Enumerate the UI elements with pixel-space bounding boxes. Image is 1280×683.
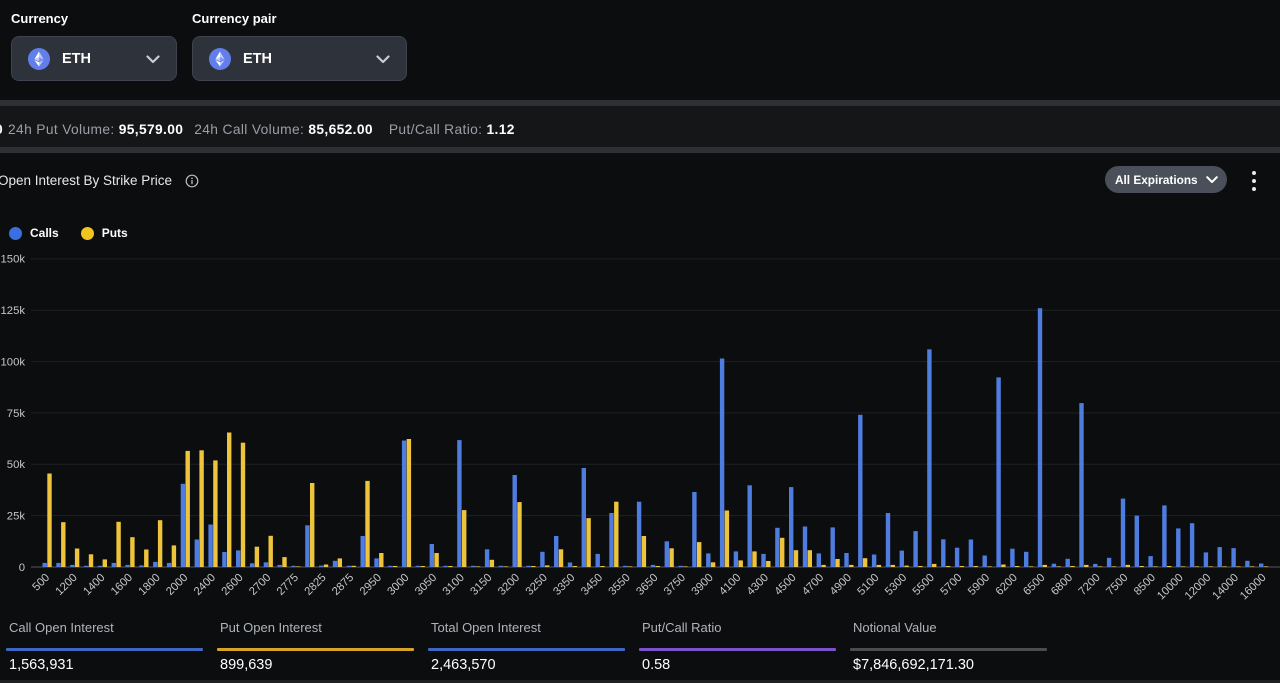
svg-text:5100: 5100 xyxy=(855,572,881,598)
svg-text:2825: 2825 xyxy=(302,572,328,598)
svg-text:4900: 4900 xyxy=(828,572,854,598)
svg-text:6800: 6800 xyxy=(1049,572,1075,598)
svg-text:2600: 2600 xyxy=(219,572,245,598)
svg-text:3050: 3050 xyxy=(413,572,439,598)
svg-text:25k: 25k xyxy=(7,510,26,522)
svg-text:75k: 75k xyxy=(7,408,26,420)
svg-text:3250: 3250 xyxy=(524,572,550,598)
svg-text:3200: 3200 xyxy=(496,572,522,598)
svg-text:500: 500 xyxy=(30,572,52,594)
svg-text:7500: 7500 xyxy=(1104,572,1130,598)
svg-text:2000: 2000 xyxy=(164,572,190,598)
svg-text:3650: 3650 xyxy=(634,572,660,598)
svg-text:100k: 100k xyxy=(1,356,26,368)
svg-text:5500: 5500 xyxy=(911,572,937,598)
svg-text:2950: 2950 xyxy=(358,572,384,598)
svg-text:5900: 5900 xyxy=(966,572,992,598)
svg-text:4300: 4300 xyxy=(745,572,771,598)
svg-text:3100: 3100 xyxy=(441,572,467,598)
svg-text:3900: 3900 xyxy=(690,572,716,598)
svg-text:5300: 5300 xyxy=(883,572,909,598)
svg-text:0: 0 xyxy=(19,562,25,574)
svg-text:2775: 2775 xyxy=(275,572,301,598)
svg-text:1200: 1200 xyxy=(54,572,80,598)
svg-text:150k: 150k xyxy=(1,254,26,266)
svg-text:4500: 4500 xyxy=(772,572,798,598)
svg-text:3750: 3750 xyxy=(662,572,688,598)
svg-text:12000: 12000 xyxy=(1183,572,1214,603)
svg-text:6500: 6500 xyxy=(1021,572,1047,598)
svg-text:2700: 2700 xyxy=(247,572,273,598)
svg-text:1800: 1800 xyxy=(137,572,163,598)
svg-text:6200: 6200 xyxy=(994,572,1020,598)
svg-text:16000: 16000 xyxy=(1238,572,1269,603)
svg-text:2875: 2875 xyxy=(330,572,356,598)
svg-text:3150: 3150 xyxy=(468,572,494,598)
svg-text:5700: 5700 xyxy=(938,572,964,598)
svg-text:1600: 1600 xyxy=(109,572,135,598)
svg-text:1400: 1400 xyxy=(81,572,107,598)
svg-text:3350: 3350 xyxy=(551,572,577,598)
svg-text:50k: 50k xyxy=(7,459,26,471)
svg-text:2400: 2400 xyxy=(192,572,218,598)
svg-text:3000: 3000 xyxy=(385,572,411,598)
svg-text:3450: 3450 xyxy=(579,572,605,598)
svg-text:4700: 4700 xyxy=(800,572,826,598)
svg-text:10000: 10000 xyxy=(1155,572,1186,603)
svg-text:125k: 125k xyxy=(1,305,26,317)
svg-text:14000: 14000 xyxy=(1210,572,1241,603)
svg-text:3550: 3550 xyxy=(607,572,633,598)
svg-text:7200: 7200 xyxy=(1077,572,1103,598)
svg-text:4100: 4100 xyxy=(717,572,743,598)
